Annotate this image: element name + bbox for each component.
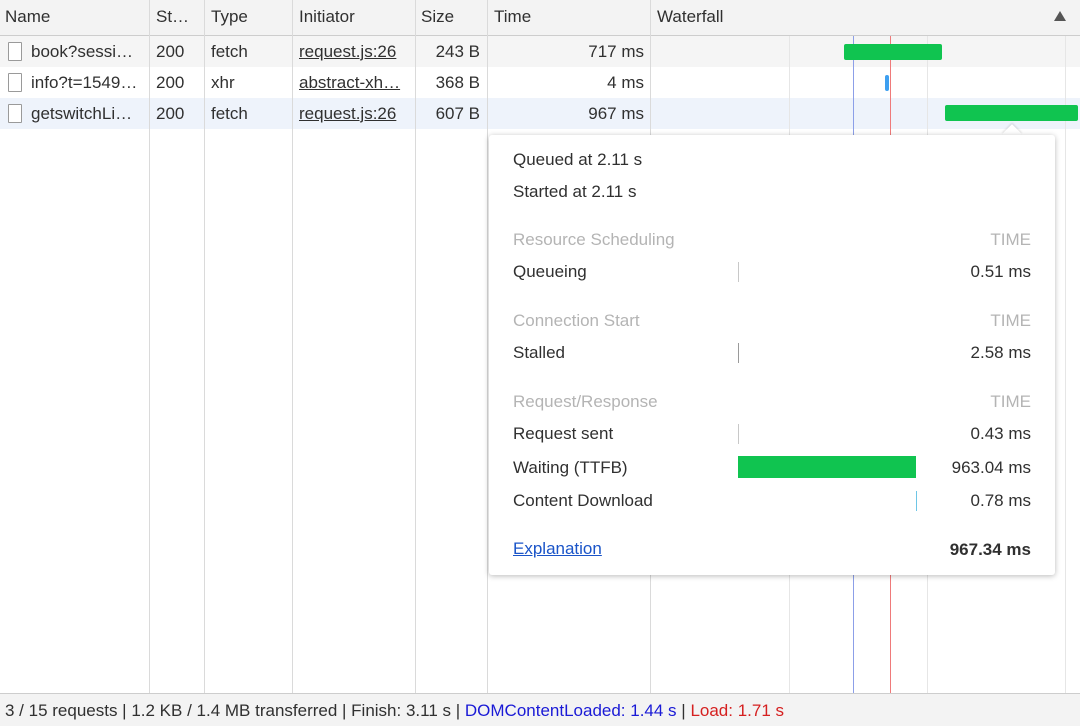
request-initiator-link[interactable]: abstract-xh…	[299, 67, 409, 98]
timing-value-content-download: 0.78 ms	[970, 491, 1031, 510]
timing-label-content-download: Content Download	[513, 491, 653, 510]
request-name: book?sessi…	[31, 42, 134, 61]
column-header-type[interactable]: Type	[211, 0, 291, 36]
waterfall-gridline	[1065, 36, 1066, 693]
timing-label-stalled: Stalled	[513, 343, 565, 362]
explanation-link[interactable]: Explanation	[513, 539, 602, 559]
waterfall-bar[interactable]	[885, 75, 889, 91]
timing-bar-request-sent	[738, 424, 739, 444]
queued-at-text: Queued at 2.11 s	[513, 150, 643, 169]
column-header-waterfall[interactable]: Waterfall	[657, 0, 957, 36]
time-column-label: TIME	[990, 230, 1031, 249]
column-header-initiator[interactable]: Initiator	[299, 0, 409, 36]
timing-value-queueing: 0.51 ms	[970, 262, 1031, 281]
request-time: 967 ms	[588, 104, 644, 123]
request-initiator-link[interactable]: request.js:26	[299, 98, 409, 129]
column-divider[interactable]	[415, 0, 416, 693]
column-divider[interactable]	[149, 0, 150, 693]
column-header-status[interactable]: St…	[156, 0, 202, 36]
document-icon	[8, 104, 22, 123]
request-status: 200	[156, 73, 185, 92]
column-divider[interactable]	[204, 0, 205, 693]
timing-label-waiting: Waiting (TTFB)	[513, 458, 628, 477]
status-separator: |	[676, 701, 691, 720]
timing-bar-stalled	[738, 343, 739, 363]
request-time: 4 ms	[607, 73, 644, 92]
request-status: 200	[156, 42, 185, 61]
document-icon	[8, 73, 22, 92]
status-summary: 3 / 15 requests | 1.2 KB / 1.4 MB transf…	[5, 701, 465, 720]
request-name: getswitchLi…	[31, 104, 133, 123]
started-at-text: Started at 2.11 s	[513, 182, 637, 201]
request-status: 200	[156, 104, 185, 123]
column-header-name[interactable]: Name	[5, 0, 145, 36]
table-row[interactable]: info?t=1549… 200 xhr abstract-xh… 368 B …	[0, 67, 1080, 98]
request-size: 607 B	[435, 104, 480, 123]
timing-label-request-sent: Request sent	[513, 424, 614, 443]
timing-value-stalled: 2.58 ms	[970, 343, 1031, 362]
domcontentloaded-label: DOMContentLoaded: 1.44 s	[464, 701, 677, 720]
sort-ascending-icon[interactable]	[1054, 11, 1066, 21]
status-bar: 3 / 15 requests | 1.2 KB / 1.4 MB transf…	[0, 693, 1080, 726]
timing-bar-waiting	[738, 456, 916, 478]
timing-total: 967.34 ms	[949, 540, 1031, 559]
waterfall-bar[interactable]	[844, 44, 942, 60]
request-time: 717 ms	[588, 42, 644, 61]
section-title-resource-scheduling: Resource Scheduling	[513, 230, 675, 249]
request-initiator-link[interactable]: request.js:26	[299, 36, 409, 67]
timing-popover: Queued at 2.11 s Started at 2.11 s Resou…	[489, 135, 1055, 575]
timing-label-queueing: Queueing	[513, 262, 587, 281]
section-title-request-response: Request/Response	[513, 392, 658, 411]
column-divider[interactable]	[292, 0, 293, 693]
time-column-label: TIME	[990, 392, 1031, 411]
waterfall-bar[interactable]	[945, 105, 1078, 121]
request-type: fetch	[211, 42, 248, 61]
request-size: 368 B	[435, 73, 480, 92]
document-icon	[8, 42, 22, 61]
column-divider[interactable]	[487, 0, 488, 693]
timing-bar-queueing	[738, 262, 739, 282]
section-title-connection-start: Connection Start	[513, 311, 640, 330]
time-column-label: TIME	[990, 311, 1031, 330]
table-row[interactable]: getswitchLi… 200 fetch request.js:26 607…	[0, 98, 1080, 129]
column-header-size[interactable]: Size	[421, 0, 481, 36]
request-type: fetch	[211, 104, 248, 123]
table-header: Name St… Type Initiator Size Time Waterf…	[0, 0, 1080, 36]
timing-value-request-sent: 0.43 ms	[970, 424, 1031, 443]
timing-value-waiting: 963.04 ms	[951, 458, 1031, 477]
column-header-time[interactable]: Time	[494, 0, 644, 36]
request-size: 243 B	[435, 42, 480, 61]
load-label: Load: 1.71 s	[690, 701, 785, 720]
request-name: info?t=1549…	[31, 73, 138, 92]
timing-bar-content-download	[916, 491, 917, 511]
request-type: xhr	[211, 73, 235, 92]
